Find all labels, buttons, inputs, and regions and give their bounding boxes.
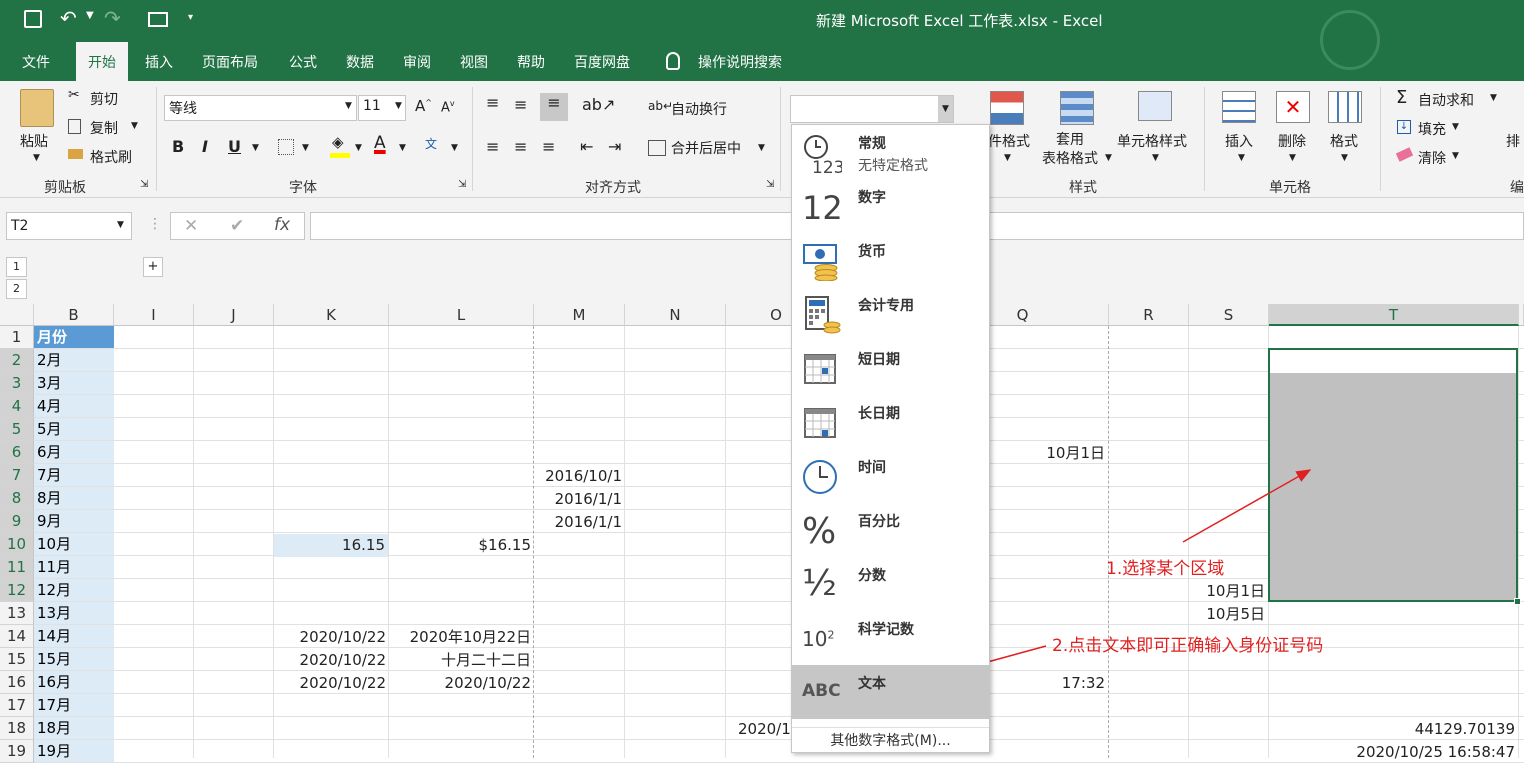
format-long-date-item[interactable]: 长日期	[792, 395, 989, 449]
format-fraction-item[interactable]: ½ 分数	[792, 557, 989, 611]
format-percent-item[interactable]: % 百分比	[792, 503, 989, 557]
format-currency-item[interactable]: 货币	[792, 233, 989, 287]
annotation-step-1: 1.选择某个区域	[1106, 559, 1225, 579]
clock-123-icon: 123	[804, 135, 842, 173]
format-number-item[interactable]: 12 数字	[792, 179, 989, 233]
percent-icon: %	[802, 511, 837, 552]
format-accounting-item[interactable]: 会计专用	[792, 287, 989, 341]
annotation-arrow-1	[1182, 469, 1312, 543]
format-scientific-item[interactable]: 102 科学记数	[792, 611, 989, 665]
annotation-step-2: 2.点击文本即可正确输入身份证号码	[1052, 636, 1324, 656]
calculator-icon	[805, 296, 841, 334]
fraction-icon: ½	[802, 563, 837, 604]
number-format-menu: 123 常规 无特定格式 12 数字 货币 会计专用 短日期 长日期 时间 % …	[791, 124, 990, 753]
abc-text-icon: ABC	[802, 681, 841, 701]
number-12-icon: 12	[802, 189, 843, 227]
currency-icon	[803, 244, 838, 281]
scientific-icon: 102	[802, 627, 835, 651]
format-short-date-item[interactable]: 短日期	[792, 341, 989, 395]
format-general-item[interactable]: 123 常规 无特定格式	[792, 125, 989, 179]
svg-text:123: 123	[812, 158, 842, 173]
format-time-item[interactable]: 时间	[792, 449, 989, 503]
format-text-item[interactable]: ABC 文本	[792, 665, 989, 719]
clock-icon	[803, 460, 837, 494]
long-date-calendar-icon	[804, 408, 836, 438]
short-date-calendar-icon	[804, 354, 836, 384]
more-number-formats-link[interactable]: 其他数字格式(M)...	[792, 727, 989, 750]
